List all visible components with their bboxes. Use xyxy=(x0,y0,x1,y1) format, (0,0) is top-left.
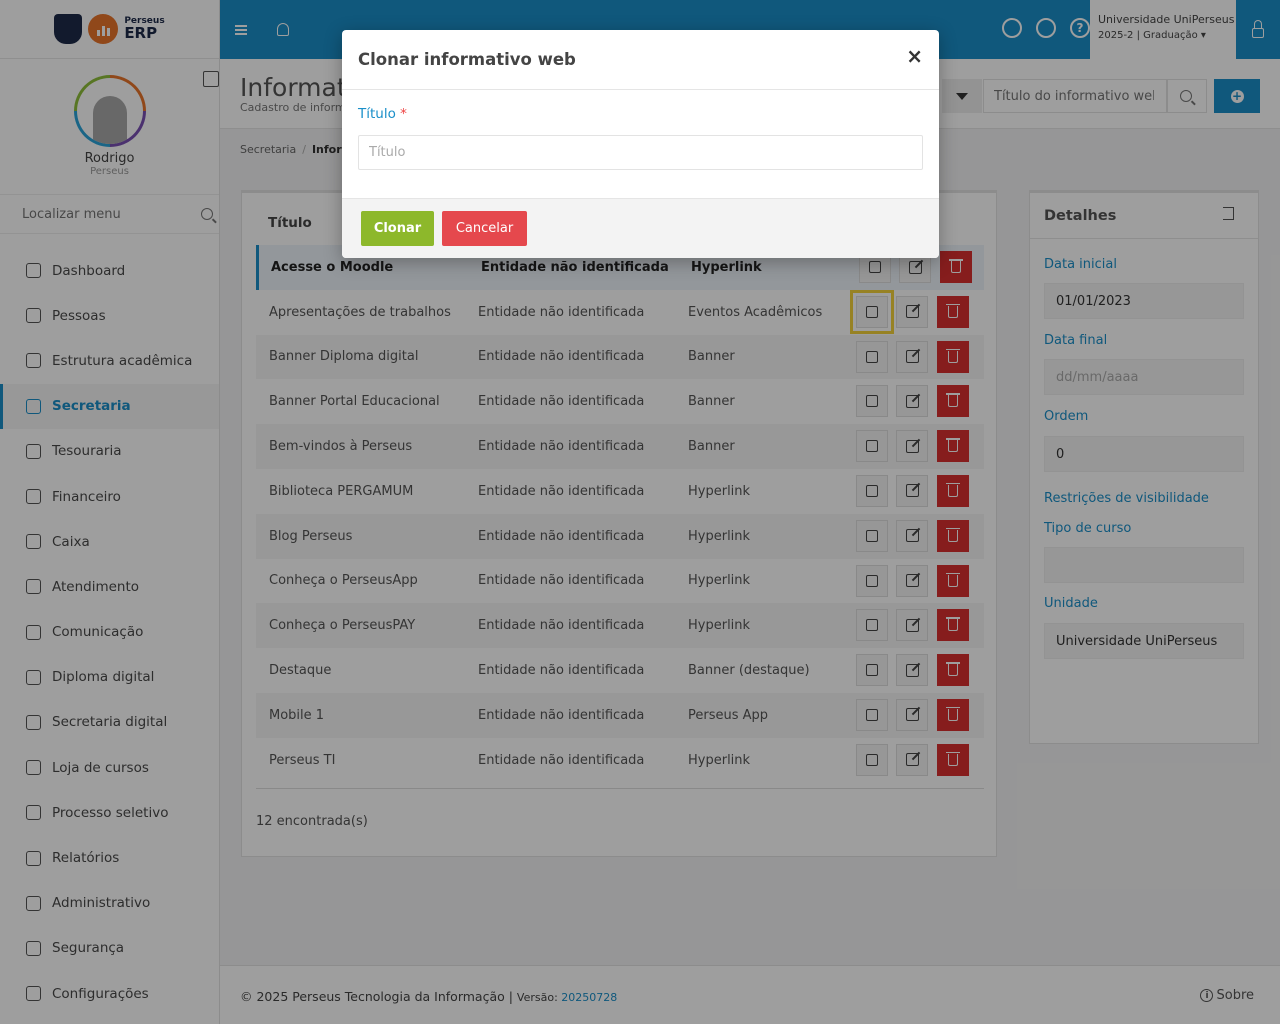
modal-footer: Clonar Cancelar xyxy=(342,198,939,258)
modal-header: Clonar informativo web × xyxy=(342,30,939,90)
cancel-button[interactable]: Cancelar xyxy=(442,211,527,246)
modal-title: Clonar informativo web xyxy=(358,50,576,69)
clone-modal: Clonar informativo web × Título * Clonar… xyxy=(342,30,939,258)
title-input[interactable] xyxy=(358,135,923,170)
field-label-text: Título xyxy=(358,106,396,122)
required-mark: * xyxy=(400,106,407,122)
modal-field-label: Título * xyxy=(358,106,407,122)
clone-button[interactable]: Clonar xyxy=(361,211,434,246)
close-icon[interactable]: × xyxy=(906,46,923,66)
